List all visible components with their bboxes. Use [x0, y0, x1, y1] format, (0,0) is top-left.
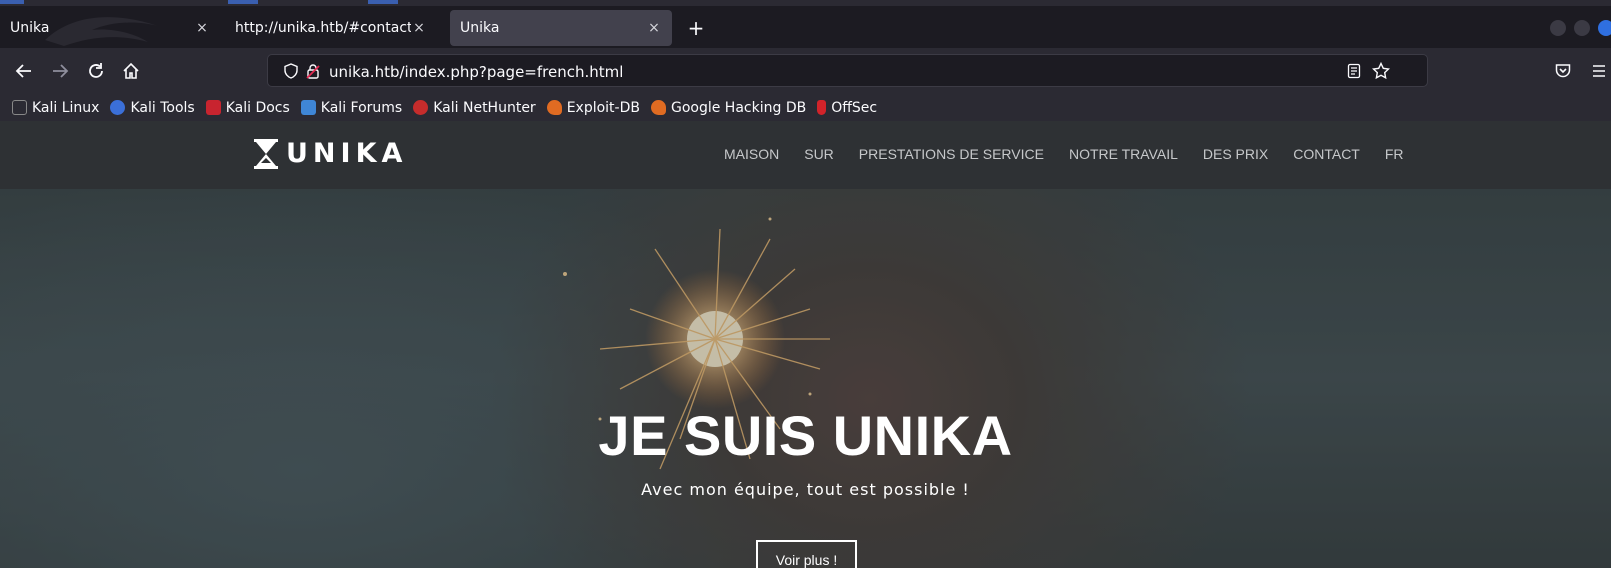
kali-docs-icon [205, 100, 221, 115]
menu-item-sur[interactable]: SUR [804, 146, 834, 162]
bookmark-offsec[interactable]: OffSec [817, 100, 877, 116]
close-icon[interactable]: × [194, 20, 210, 36]
hero-title: JE SUIS UNIKA [598, 404, 1013, 467]
insecure-lock-icon[interactable] [304, 62, 322, 80]
tab-3-label: Unika [460, 20, 500, 36]
hero-section: JE SUIS UNIKA Avec mon équipe, tout est … [0, 189, 1611, 568]
close-icon[interactable]: × [411, 20, 427, 36]
hamburger-menu-icon [1593, 65, 1605, 77]
address-bar[interactable]: unika.htb/index.php?page=french.html [267, 54, 1428, 87]
bookmark-kali-forums[interactable]: Kali Forums [300, 99, 403, 116]
kali-nethunter-icon [413, 100, 429, 115]
kali-dragon-icon [12, 100, 27, 115]
bookmark-label: Kali Linux [32, 99, 100, 116]
forward-arrow-icon [53, 64, 69, 78]
home-button[interactable] [118, 58, 144, 84]
home-icon [123, 62, 139, 79]
bookmark-kali-nethunter[interactable]: Kali NetHunter [413, 99, 536, 116]
taskbar-strip [0, 0, 1611, 6]
bookmark-kali-linux[interactable]: Kali Linux [12, 100, 99, 116]
bookmarks-toolbar: Kali Linux Kali Tools Kali Docs Kali For… [0, 94, 1611, 121]
bookmark-label: Kali Docs [225, 99, 290, 116]
forward-button[interactable] [47, 58, 73, 84]
page-content: UNIKA MAISON SUR PRESTATIONS DE SERVICE … [0, 121, 1611, 568]
menu-item-language[interactable]: FR [1385, 146, 1404, 162]
bookmark-kali-tools[interactable]: Kali Tools [110, 99, 195, 116]
back-button[interactable] [11, 58, 37, 84]
close-window-button[interactable] [1598, 20, 1611, 36]
site-logo[interactable]: UNIKA [254, 138, 407, 169]
bookmark-label: Kali Forums [320, 99, 403, 116]
logo-text: UNIKA [286, 138, 408, 169]
bookmark-label: OffSec [831, 99, 878, 116]
see-more-button[interactable]: Voir plus ! [756, 540, 857, 568]
app-menu-button[interactable] [1586, 58, 1611, 84]
new-tab-button[interactable]: + [682, 14, 710, 42]
tab-1[interactable]: Unika × [0, 10, 220, 46]
ghdb-icon [650, 100, 666, 115]
hero-subtitle: Avec mon équipe, tout est possible ! [641, 480, 970, 499]
menu-item-prestations[interactable]: PRESTATIONS DE SERVICE [859, 146, 1044, 162]
site-header: UNIKA MAISON SUR PRESTATIONS DE SERVICE … [0, 121, 1611, 189]
hero-overlay [0, 189, 1611, 568]
bookmark-label: Exploit-DB [566, 99, 640, 116]
pocket-button[interactable] [1550, 58, 1576, 84]
reload-button[interactable] [83, 58, 109, 84]
tracking-protection-shield-icon[interactable] [282, 62, 300, 80]
url-text[interactable]: unika.htb/index.php?page=french.html [329, 63, 623, 81]
menu-item-maison[interactable]: MAISON [724, 146, 779, 162]
minimize-window-button[interactable] [1550, 20, 1566, 36]
tab-1-label: Unika [10, 20, 50, 36]
tab-2[interactable]: http://unika.htb/#contact-sec × [225, 10, 437, 46]
menu-item-notre-travail[interactable]: NOTRE TRAVAIL [1069, 146, 1178, 162]
back-arrow-icon [15, 64, 31, 78]
hourglass-logo-icon [254, 138, 278, 169]
maximize-window-button[interactable] [1574, 20, 1590, 36]
close-icon[interactable]: × [646, 20, 662, 36]
reload-icon [89, 63, 103, 78]
pocket-icon [1555, 64, 1571, 78]
kali-forums-icon [300, 100, 316, 115]
kali-tools-icon [110, 100, 126, 115]
bookmark-exploit-db[interactable]: Exploit-DB [546, 99, 640, 116]
bookmark-star-icon[interactable] [1372, 62, 1390, 80]
menu-item-contact[interactable]: CONTACT [1293, 146, 1360, 162]
tab-3-active[interactable]: Unika × [450, 10, 672, 46]
bookmark-label: Kali NetHunter [433, 99, 536, 116]
offsec-icon [817, 100, 827, 115]
tab-strip: Unika × http://unika.htb/#contact-sec × … [0, 0, 1611, 48]
reader-view-icon[interactable] [1345, 62, 1363, 80]
bookmark-label: Google Hacking DB [670, 99, 807, 116]
bookmark-label: Kali Tools [130, 99, 195, 116]
exploit-db-icon [546, 100, 562, 115]
bookmark-google-hacking-db[interactable]: Google Hacking DB [650, 99, 807, 116]
navigation-toolbar: unika.htb/index.php?page=french.html [0, 48, 1611, 94]
bookmark-kali-docs[interactable]: Kali Docs [205, 99, 290, 116]
menu-item-des-prix[interactable]: DES PRIX [1203, 146, 1268, 162]
tab-2-label: http://unika.htb/#contact-sec [235, 20, 411, 36]
site-menu: MAISON SUR PRESTATIONS DE SERVICE NOTRE … [724, 146, 1429, 162]
